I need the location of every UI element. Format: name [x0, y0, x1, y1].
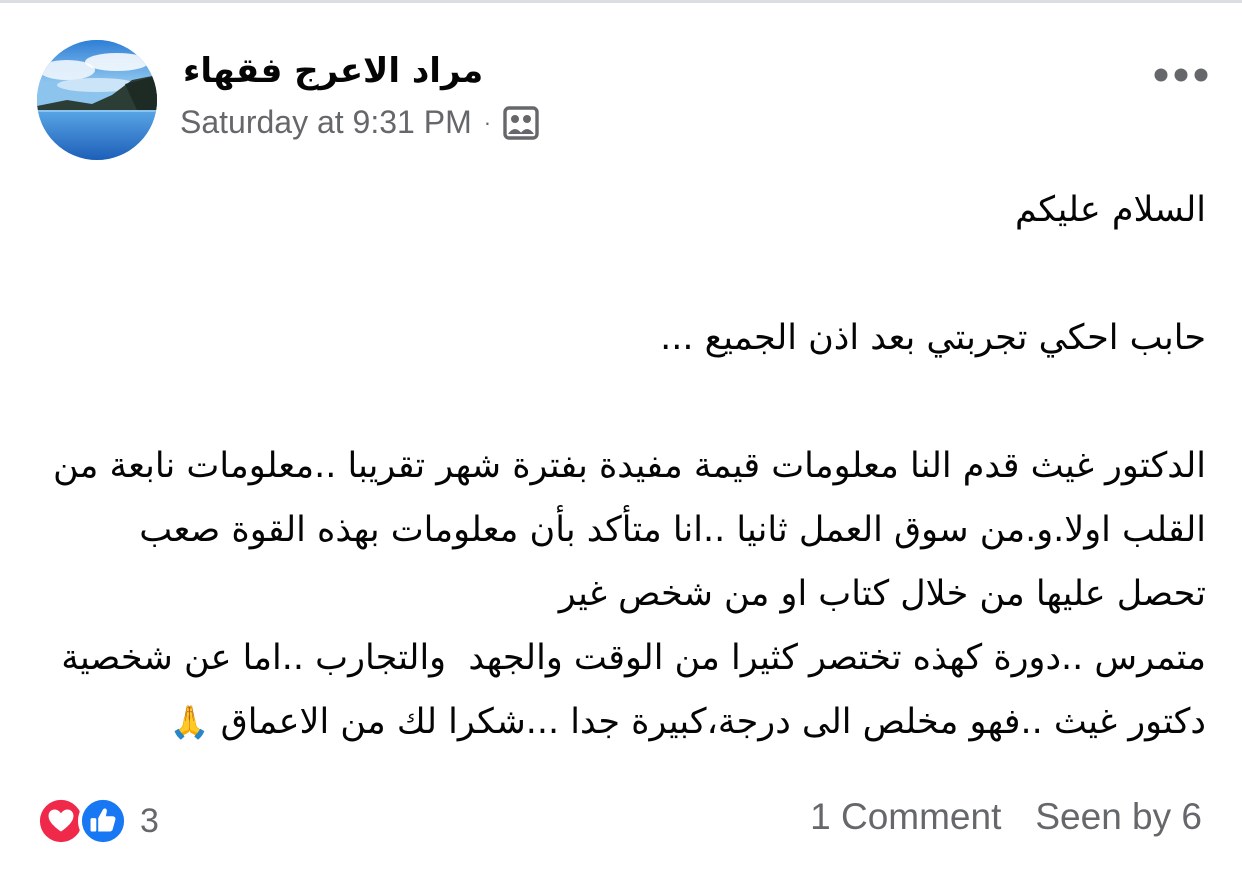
- post-author-name[interactable]: مراد الاعرج فقهاء: [183, 51, 483, 91]
- group-audience-icon[interactable]: [503, 105, 539, 141]
- more-options-button[interactable]: [1150, 58, 1212, 92]
- like-reaction-icon: [78, 796, 128, 846]
- folded-hands-emoji: 🙏: [169, 703, 210, 741]
- seen-by-link[interactable]: Seen by 6: [1035, 796, 1202, 838]
- meta-separator: ·: [483, 109, 492, 135]
- reaction-count: 3: [140, 801, 159, 840]
- avatar-landscape-image: [37, 40, 157, 160]
- post-footer-links: 1 Comment Seen by 6: [810, 796, 1202, 838]
- comments-link[interactable]: 1 Comment: [810, 796, 1001, 838]
- more-options-icon: [1154, 68, 1208, 82]
- author-avatar[interactable]: [37, 40, 157, 160]
- post-text: السلام عليكم حابب احكي تجربتي بعد اذن ال…: [44, 178, 1206, 754]
- post-meta: Saturday at 9:31 PM ·: [180, 104, 539, 141]
- post-text-content: السلام عليكم حابب احكي تجربتي بعد اذن ال…: [52, 190, 1206, 742]
- top-divider: [0, 0, 1242, 3]
- reactions-summary[interactable]: 3: [36, 796, 159, 846]
- post-timestamp[interactable]: Saturday at 9:31 PM: [180, 104, 472, 141]
